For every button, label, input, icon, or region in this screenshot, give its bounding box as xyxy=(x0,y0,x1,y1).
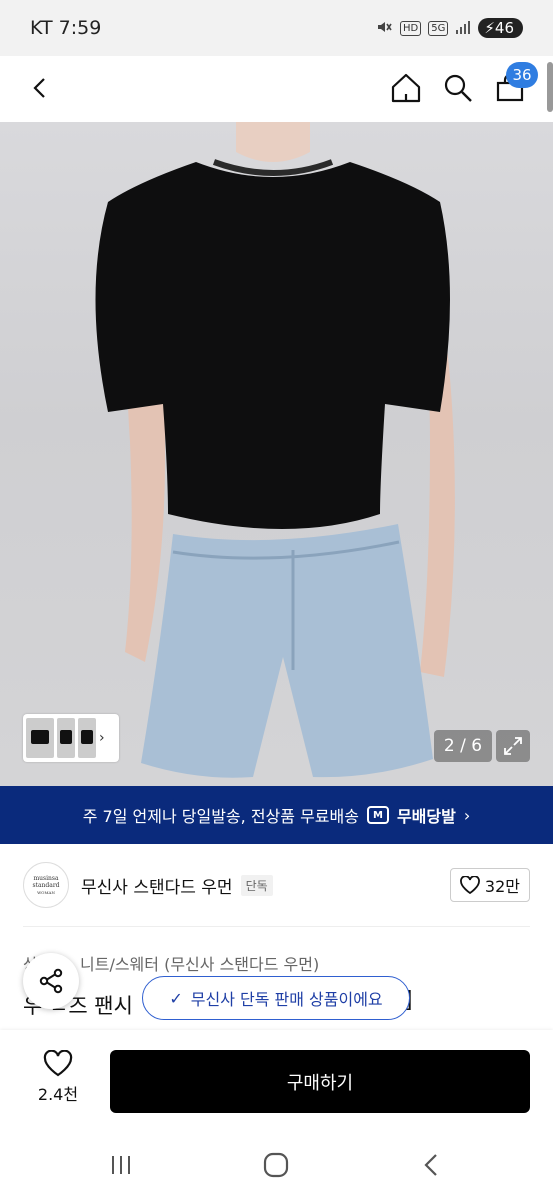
logo-text: musinsa xyxy=(33,874,59,882)
back-button[interactable] xyxy=(18,66,62,110)
home-button[interactable] xyxy=(384,66,428,110)
thumbnail-strip[interactable]: › xyxy=(23,714,119,762)
home-icon xyxy=(391,73,421,103)
battery-level: 46 xyxy=(494,19,514,37)
brand-row: musinsa standard WOMAN 무신사 스탠다드 우먼 단독 32… xyxy=(0,844,553,926)
back-nav-button[interactable] xyxy=(412,1150,452,1180)
cart-count-badge: 36 xyxy=(506,62,538,88)
search-button[interactable] xyxy=(436,66,480,110)
brand-like-button[interactable]: 32만 xyxy=(449,868,530,902)
banner-text: 주 7일 언제나 당일발송, 전상품 무료배송 xyxy=(82,807,359,826)
carrier-time: KT 7:59 xyxy=(30,17,102,39)
category-breadcrumb[interactable]: 니트/스웨터 (무신사 스탠다드 우먼) xyxy=(80,951,319,975)
system-nav-bar xyxy=(0,1130,553,1200)
exclusive-toast: ✓ 무신사 단독 판매 상품이에요 xyxy=(142,976,410,1020)
network-5g-indicator: 5G xyxy=(428,20,449,36)
brand-name[interactable]: 무신사 스탠다드 우먼 xyxy=(81,873,233,898)
status-bar: KT 7:59 HD 5G ⚡46 xyxy=(0,0,553,56)
share-button[interactable] xyxy=(23,953,79,1009)
banner-brand: 무배당발 xyxy=(396,807,456,826)
back-icon xyxy=(424,1154,437,1176)
top-app-bar xyxy=(0,56,553,122)
heart-icon xyxy=(460,876,480,894)
chevron-right-icon[interactable]: › xyxy=(99,730,105,746)
divider xyxy=(23,926,530,927)
status-icons: HD 5G ⚡46 xyxy=(375,18,523,39)
model-photo xyxy=(95,122,455,778)
thumbnail[interactable] xyxy=(78,718,96,758)
wishlist-button[interactable]: 2.4천 xyxy=(26,1050,90,1105)
product-image[interactable]: › 2 / 6 xyxy=(0,122,553,786)
check-icon: ✓ xyxy=(169,988,183,1008)
home-circle-icon xyxy=(263,1152,289,1178)
scrollbar[interactable] xyxy=(547,62,553,112)
toast-text: 무신사 단독 판매 상품이에요 xyxy=(190,990,383,1009)
logo-text: WOMAN xyxy=(37,889,55,895)
image-counter: 2 / 6 xyxy=(434,730,492,762)
battery-icon: ⚡46 xyxy=(478,18,523,38)
logo-text: standard xyxy=(32,881,60,889)
mubaedangbal-logo-icon: M xyxy=(366,806,389,824)
brand-like-count: 32만 xyxy=(484,877,520,896)
recent-apps-icon xyxy=(112,1156,130,1174)
buy-button[interactable]: 구매하기 xyxy=(110,1050,530,1113)
expand-button[interactable] xyxy=(496,730,530,762)
signal-icon xyxy=(455,19,471,38)
exclusive-tag: 단독 xyxy=(240,874,273,896)
mute-icon xyxy=(375,18,393,39)
share-icon xyxy=(39,968,63,994)
hd-indicator: HD xyxy=(400,20,422,36)
delivery-banner[interactable]: 주 7일 언제나 당일발송, 전상품 무료배송 M 무배당발 › xyxy=(0,786,553,844)
expand-icon xyxy=(504,737,522,755)
bottom-action-bar: 2.4천 구매하기 xyxy=(0,1030,553,1130)
thumbnail[interactable] xyxy=(57,718,75,758)
search-icon xyxy=(444,74,472,102)
home-nav-button[interactable] xyxy=(256,1150,296,1180)
product-page: KT 7:59 HD 5G ⚡46 36 › 2 / 6 주 7일 언제나 당일… xyxy=(0,0,553,1200)
back-icon xyxy=(33,78,45,98)
recent-apps-button[interactable] xyxy=(101,1150,141,1180)
heart-icon xyxy=(43,1050,73,1077)
thumbnail[interactable] xyxy=(26,718,54,758)
wishlist-count: 2.4천 xyxy=(37,1085,79,1104)
brand-logo[interactable]: musinsa standard WOMAN xyxy=(23,862,69,908)
chevron-right-icon: › xyxy=(463,805,471,825)
